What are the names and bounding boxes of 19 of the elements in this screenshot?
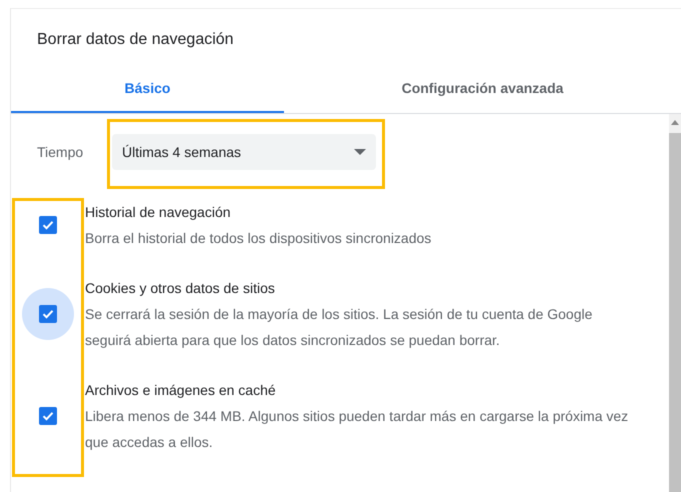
option-description: Libera menos de 344 MB. Algunos sitios pueden tardar más en cargarse la próxima vez que accedas a ellos. bbox=[85, 407, 630, 452]
dialog-title: Borrar datos de navegación bbox=[36, 30, 235, 50]
tab[interactable]: Básico bbox=[11, 55, 284, 113]
checkbox[interactable] bbox=[39, 216, 57, 234]
checkmark-icon bbox=[41, 218, 55, 232]
option-title: Archivos e imágenes en caché bbox=[85, 381, 277, 400]
caret-icon bbox=[354, 149, 366, 155]
checkbox[interactable] bbox=[39, 305, 57, 323]
time-range-dropdown[interactable]: Últimas 4 semanas bbox=[112, 134, 376, 170]
checkbox[interactable] bbox=[39, 407, 57, 425]
scroll-up-icon[interactable] bbox=[671, 120, 679, 125]
option-title: Historial de navegación bbox=[85, 203, 232, 222]
checkmark-icon bbox=[41, 307, 55, 321]
option-title: Cookies y otros datos de sitios bbox=[85, 279, 276, 298]
option-description: Borra el historial de todos los dispositivos sincronizados bbox=[85, 229, 432, 248]
checkmark-icon bbox=[41, 409, 55, 423]
time-label: Tiempo bbox=[37, 144, 84, 160]
tab[interactable]: Configuración avanzada bbox=[284, 55, 681, 113]
option-description: Se cerrará la sesión de la mayoría de los sitios. La sesión de tu cuenta de Google seguirá abierta para que los datos sincronizados se puedan borrar. bbox=[85, 305, 594, 350]
